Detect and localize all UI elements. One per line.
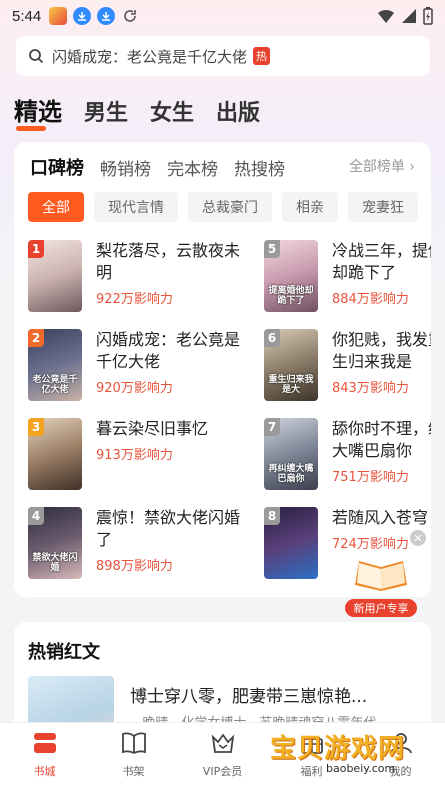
- nav-label: 书城: [33, 765, 56, 778]
- book-cover: 4 禁欲大佬闪婚: [28, 507, 82, 579]
- new-user-promo[interactable]: 新用户专享: [345, 555, 417, 621]
- chip-blind-date[interactable]: 相亲: [282, 192, 338, 222]
- tab-female[interactable]: 女生: [150, 95, 194, 127]
- book-cover: 8: [264, 507, 318, 579]
- download-icon: [97, 7, 116, 25]
- book-cover: 5 提离婚他却跪下了: [264, 240, 318, 312]
- tab-featured[interactable]: 精选: [14, 92, 62, 127]
- book-title[interactable]: 博士穿八零，肥妻带三崽惊艳...: [130, 682, 367, 707]
- bookstore-icon: [31, 729, 59, 757]
- nav-bookshelf[interactable]: 书架: [89, 723, 178, 791]
- nav-bookstore[interactable]: 书城: [0, 723, 89, 791]
- ranking-card: 口碑榜 畅销榜 完本榜 热搜榜 全部榜单 › 全部 现代言情 总裁豪门 相亲 宠…: [14, 142, 431, 597]
- cover-caption: 再纠缠大嘴巴扇你: [268, 464, 314, 484]
- book-item[interactable]: 3 暮云染尽旧事忆 913万影响力: [28, 418, 268, 490]
- status-time: 5:44: [12, 7, 42, 25]
- vip-crown-icon: [209, 729, 237, 757]
- chip-modern-romance[interactable]: 现代言情: [94, 192, 178, 222]
- chip-all[interactable]: 全部: [28, 192, 84, 222]
- book-item[interactable]: 2 老公竟是千亿大佬 闪婚成宠：老公竟是千亿大佬 920万影响力: [28, 329, 268, 401]
- rank-number: 7: [264, 418, 280, 436]
- status-bar: 5:44: [0, 0, 445, 32]
- nav-label: VIP会员: [202, 765, 243, 778]
- book-title: 暮云染尽旧事忆: [96, 419, 209, 438]
- book-cover: 2 老公竟是千亿大佬: [28, 329, 82, 401]
- book-cover: 3: [28, 418, 82, 490]
- bookshelf-icon: [120, 729, 148, 757]
- rank-number: 5: [264, 240, 280, 258]
- tab-completed-rank[interactable]: 完本榜: [167, 155, 218, 180]
- hot-badge: 热: [253, 47, 271, 65]
- book-heat: 884万影响力: [332, 292, 409, 307]
- cover-caption: 重生归来我是大: [268, 375, 314, 395]
- search-bar[interactable]: 闪婚成宠：老公竟是千亿大佬 热: [16, 36, 430, 76]
- book-title: 你犯贱，我发重生归来我是: [332, 330, 431, 371]
- book-item[interactable]: 6 重生归来我是大 你犯贱，我发重生归来我是 843万影响力: [264, 329, 431, 401]
- chip-pampered-wife[interactable]: 宠妻狂: [348, 192, 418, 222]
- wifi-icon: [378, 9, 394, 23]
- tab-male[interactable]: 男生: [84, 95, 128, 127]
- sync-icon: [121, 7, 139, 25]
- book-heat: 922万影响力: [96, 292, 173, 307]
- book-item[interactable]: 7 再纠缠大嘴巴扇你 舔你时不理，缠大嘴巴扇你 751万影响力: [264, 418, 431, 490]
- rank-number: 6: [264, 329, 280, 347]
- section-title: 热销红文: [28, 642, 100, 663]
- book-item[interactable]: 5 提离婚他却跪下了 冷战三年，提他却跪下了 884万影响力: [264, 240, 431, 312]
- rank-number: 8: [264, 507, 280, 525]
- book-heat: 843万影响力: [332, 381, 409, 396]
- book-title: 闪婚成宠：老公竟是千亿大佬: [96, 330, 241, 371]
- watermark-text: 宝贝游戏网: [270, 734, 406, 764]
- book-cover: 7 再纠缠大嘴巴扇你: [264, 418, 318, 490]
- rank-number: 4: [28, 507, 44, 525]
- search-icon: [29, 49, 44, 64]
- open-book-icon: [355, 561, 407, 591]
- download-icon: [73, 7, 92, 25]
- search-suggestion: 闪婚成宠：老公竟是千亿大佬: [52, 47, 248, 66]
- chip-ceo[interactable]: 总裁豪门: [188, 192, 272, 222]
- tab-publish[interactable]: 出版: [216, 95, 260, 127]
- signal-icon: [402, 9, 416, 23]
- tab-bestseller-rank[interactable]: 畅销榜: [100, 155, 151, 180]
- site-watermark: 宝贝游戏网 baobeiy.com: [270, 728, 420, 778]
- close-promo-icon[interactable]: ✕: [410, 530, 426, 546]
- book-cover: 6 重生归来我是大: [264, 329, 318, 401]
- watermark-url: baobeiy.com: [326, 762, 396, 775]
- cover-caption: 提离婚他却跪下了: [268, 286, 314, 306]
- book-cover: 1: [28, 240, 82, 312]
- book-heat: 920万影响力: [96, 381, 173, 396]
- book-item[interactable]: 1 梨花落尽，云散夜未明 922万影响力: [28, 240, 268, 312]
- cover-caption: 老公竟是千亿大佬: [32, 375, 78, 395]
- book-heat: 913万影响力: [96, 448, 173, 463]
- rank-number: 2: [28, 329, 44, 347]
- tab-reputation-rank[interactable]: 口碑榜: [30, 154, 84, 180]
- nav-label: 书架: [122, 765, 145, 778]
- all-rankings-link[interactable]: 全部榜单 ›: [349, 156, 415, 176]
- book-heat: 898万影响力: [96, 559, 173, 574]
- active-tab-indicator: [16, 126, 46, 131]
- book-item[interactable]: 4 禁欲大佬闪婚 震惊！禁欲大佬闪婚了 898万影响力: [28, 507, 268, 579]
- book-title: 震惊！禁欲大佬闪婚了: [96, 508, 241, 549]
- tab-hot-search-rank[interactable]: 热搜榜: [234, 155, 285, 180]
- channel-tabs: 精选 男生 女生 出版: [14, 92, 260, 127]
- book-title: 冷战三年，提他却跪下了: [332, 241, 431, 282]
- promo-label: 新用户专享: [345, 599, 417, 617]
- cover-caption: 禁欲大佬闪婚: [32, 553, 78, 573]
- rank-number: 1: [28, 240, 44, 258]
- book-title: 梨花落尽，云散夜未明: [96, 241, 241, 282]
- genre-chips: 全部 现代言情 总裁豪门 相亲 宠妻狂: [28, 192, 418, 222]
- book-title: 舔你时不理，缠大嘴巴扇你: [332, 419, 431, 460]
- book-title: 若随风入苍穹: [332, 508, 429, 527]
- battery-icon: [423, 7, 433, 25]
- rank-number: 3: [28, 418, 44, 436]
- app-notification-icon: [49, 7, 68, 25]
- nav-vip[interactable]: VIP会员: [178, 723, 267, 791]
- book-heat: 751万影响力: [332, 470, 409, 485]
- book-heat: 724万影响力: [332, 537, 409, 552]
